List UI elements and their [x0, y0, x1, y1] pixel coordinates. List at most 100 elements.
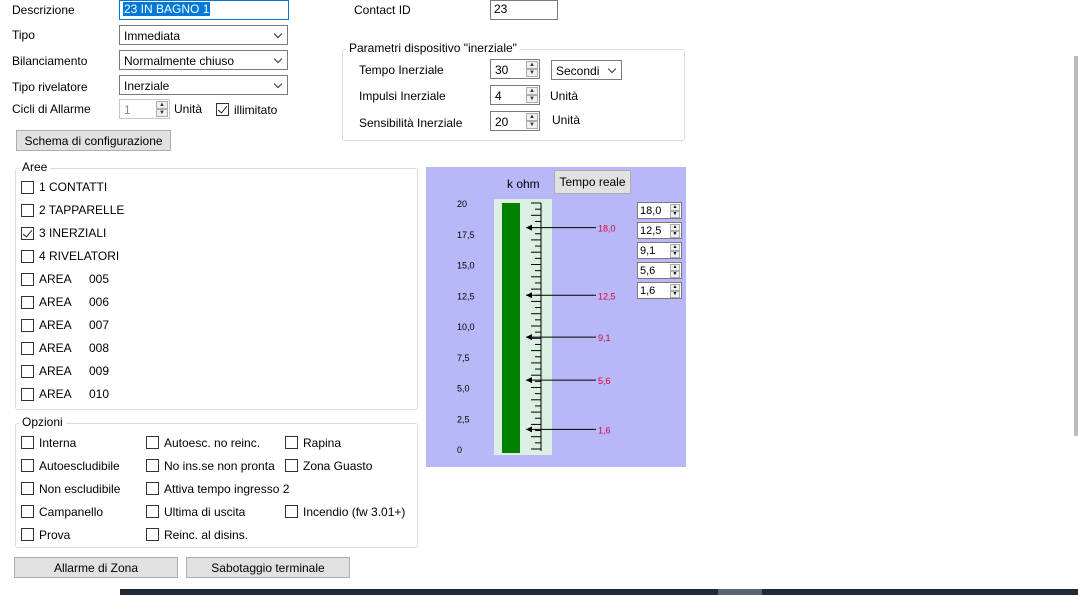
tipo-rivelatore-select[interactable]: Inerziale	[119, 75, 288, 95]
option-checkbox[interactable]	[285, 436, 298, 449]
descrizione-value: 23 IN BAGNO 1	[123, 2, 211, 16]
area-label: 3 INERZIALI	[39, 226, 107, 240]
area-number: 005	[89, 272, 110, 286]
tipo-select[interactable]: Immediata	[119, 25, 288, 45]
option-checkbox[interactable]	[21, 528, 34, 541]
area-number: 006	[89, 295, 110, 309]
area-checkbox[interactable]	[21, 250, 34, 263]
allarme-zona-button[interactable]: Allarme di Zona	[14, 557, 178, 578]
option-checkbox[interactable]	[285, 505, 298, 518]
option-label: Ultima di uscita	[164, 505, 246, 519]
tempo-inerziale-stepper[interactable]: 30 ▲ ▼	[490, 59, 540, 79]
area-checkbox[interactable]	[21, 319, 34, 332]
down-arrow-icon[interactable]: ▼	[670, 291, 680, 298]
option-checkbox[interactable]	[21, 459, 34, 472]
up-arrow-icon[interactable]: ▲	[526, 61, 538, 69]
area-checkbox[interactable]	[21, 296, 34, 309]
threshold-value: 5,6	[640, 265, 656, 277]
sabotaggio-terminale-button[interactable]: Sabotaggio terminale	[186, 557, 350, 578]
chevron-down-icon	[270, 27, 286, 43]
option-checkbox[interactable]	[146, 436, 159, 449]
option-checkbox[interactable]	[21, 505, 34, 518]
scrollbar-thumb[interactable]	[718, 589, 762, 595]
scale-label: 15,0	[457, 261, 475, 271]
sensibilita-inerziale-stepper[interactable]: 20 ▲ ▼	[490, 111, 540, 131]
stepper-buttons[interactable]: ▲ ▼	[526, 113, 538, 129]
tipo-rivelatore-value: Inerziale	[124, 79, 170, 93]
area-label: AREA	[39, 387, 72, 401]
option-checkbox[interactable]	[285, 459, 298, 472]
cicli-unit: Unità	[174, 102, 203, 116]
threshold-stepper[interactable]: 12,5 ▲ ▼	[637, 222, 682, 239]
option-checkbox[interactable]	[21, 436, 34, 449]
stepper-buttons[interactable]: ▲ ▼	[670, 224, 680, 238]
down-arrow-icon[interactable]: ▼	[670, 251, 680, 258]
area-label: 1 CONTATTI	[39, 180, 108, 194]
area-checkbox[interactable]	[21, 273, 34, 286]
horizontal-scrollbar[interactable]	[0, 589, 1078, 595]
down-arrow-icon[interactable]: ▼	[670, 231, 680, 238]
scale-label: 20	[457, 199, 467, 209]
up-arrow-icon[interactable]: ▲	[670, 204, 680, 211]
up-arrow-icon[interactable]: ▲	[670, 284, 680, 291]
up-arrow-icon[interactable]: ▲	[526, 113, 538, 121]
option-checkbox[interactable]	[21, 482, 34, 495]
bilanciamento-select[interactable]: Normalmente chiuso	[119, 50, 288, 70]
stepper-buttons[interactable]: ▲ ▼	[526, 61, 538, 77]
option-checkbox[interactable]	[146, 528, 159, 541]
stepper-buttons[interactable]: ▲ ▼	[670, 284, 680, 298]
cicli-stepper[interactable]: 1 ▲ ▼	[119, 99, 170, 119]
stepper-buttons[interactable]: ▲ ▼	[670, 244, 680, 258]
scale-label: 5,0	[457, 384, 470, 394]
tipo-label: Tipo	[12, 28, 35, 42]
up-arrow-icon[interactable]: ▲	[670, 244, 680, 251]
option-label: Zona Guasto	[303, 459, 373, 473]
down-arrow-icon[interactable]: ▼	[670, 271, 680, 278]
sensibilita-inerziale-value: 20	[495, 115, 509, 129]
up-arrow-icon[interactable]: ▲	[526, 87, 538, 95]
threshold-label: 18,0	[598, 224, 616, 234]
option-checkbox[interactable]	[146, 482, 159, 495]
schema-configurazione-button[interactable]: Schema di configurazione	[16, 130, 171, 151]
down-arrow-icon[interactable]: ▼	[156, 109, 168, 117]
illimitato-checkbox[interactable]	[216, 103, 229, 116]
area-checkbox[interactable]	[21, 342, 34, 355]
descrizione-field[interactable]: 23 IN BAGNO 1	[119, 0, 289, 20]
stepper-buttons[interactable]: ▲ ▼	[670, 264, 680, 278]
scale-label: 0	[457, 445, 462, 455]
area-checkbox[interactable]	[21, 181, 34, 194]
down-arrow-icon[interactable]: ▼	[670, 211, 680, 218]
up-arrow-icon[interactable]: ▲	[670, 264, 680, 271]
chevron-down-icon	[270, 77, 286, 93]
threshold-stepper[interactable]: 1,6 ▲ ▼	[637, 282, 682, 299]
up-arrow-icon[interactable]: ▲	[670, 224, 680, 231]
bilanciamento-label: Bilanciamento	[12, 54, 88, 68]
stepper-buttons[interactable]: ▲ ▼	[526, 87, 538, 103]
bilanciamento-value: Normalmente chiuso	[124, 54, 235, 68]
option-checkbox[interactable]	[146, 459, 159, 472]
up-arrow-icon[interactable]: ▲	[156, 101, 168, 109]
option-checkbox[interactable]	[146, 505, 159, 518]
impulsi-inerziale-label: Impulsi Inerziale	[359, 89, 446, 103]
area-number: 007	[89, 318, 110, 332]
threshold-stepper[interactable]: 5,6 ▲ ▼	[637, 262, 682, 279]
option-label: Reinc. al disins.	[164, 528, 249, 542]
area-checkbox[interactable]	[21, 227, 34, 240]
area-checkbox[interactable]	[21, 365, 34, 378]
down-arrow-icon[interactable]: ▼	[526, 95, 538, 103]
threshold-stepper[interactable]: 18,0 ▲ ▼	[637, 202, 682, 219]
impulsi-inerziale-stepper[interactable]: 4 ▲ ▼	[490, 85, 540, 105]
down-arrow-icon[interactable]: ▼	[526, 69, 538, 77]
stepper-buttons[interactable]: ▲ ▼	[670, 204, 680, 218]
contact-id-field[interactable]: 23	[490, 0, 558, 20]
scale-label: 17,5	[457, 230, 475, 240]
vertical-scrollbar[interactable]	[1074, 56, 1078, 436]
down-arrow-icon[interactable]: ▼	[526, 121, 538, 129]
option-label: No ins.se non pronta	[164, 459, 275, 473]
tempo-unit-select[interactable]: Secondi	[551, 60, 622, 80]
threshold-stepper[interactable]: 9,1 ▲ ▼	[637, 242, 682, 259]
area-checkbox[interactable]	[21, 204, 34, 217]
meter-bar	[502, 203, 520, 453]
stepper-buttons[interactable]: ▲ ▼	[156, 101, 168, 117]
area-checkbox[interactable]	[21, 388, 34, 401]
